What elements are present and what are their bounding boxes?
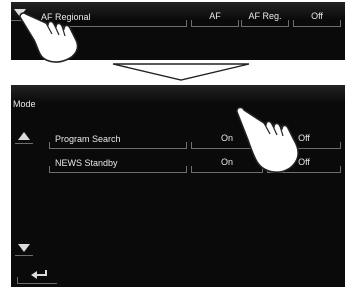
return-arrow-icon <box>31 270 47 279</box>
program-search-label: Program Search <box>55 134 121 144</box>
news-standby-label: NEWS Standby <box>55 158 118 168</box>
scroll-up-button[interactable] <box>15 129 33 144</box>
screen-title: Mode <box>13 99 36 109</box>
af-button[interactable]: AF <box>191 6 239 27</box>
back-button[interactable] <box>17 265 57 284</box>
down-arrow-icon <box>112 63 250 81</box>
triangle-down-icon <box>18 244 30 252</box>
pointing-hand-icon <box>236 106 299 173</box>
gloss-band <box>11 85 345 103</box>
af-reg-button[interactable]: AF Reg. <box>241 6 289 27</box>
pointing-hand-icon <box>19 12 79 63</box>
triangle-up-icon <box>18 132 30 140</box>
scroll-down-button-bottom[interactable] <box>15 241 33 256</box>
off-button[interactable]: Off <box>293 6 341 27</box>
